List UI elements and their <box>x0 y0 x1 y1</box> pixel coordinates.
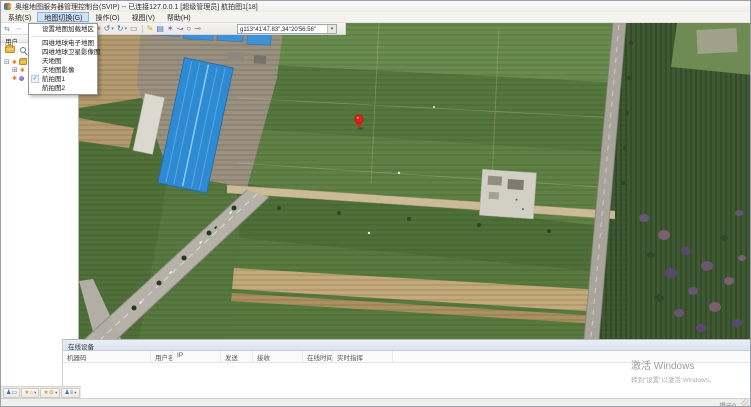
attach-icon[interactable]: ⊸ <box>194 23 201 35</box>
online-devices-panel: 在线设备 机器码 用户名 IP 发送 接收 在线时间 实时指挥 <box>63 339 751 398</box>
menu-item-aerial-map-2[interactable]: 航拍图2 <box>29 84 97 93</box>
map-switch-menu: 设置地图加载地区 四维地球电子地图 四维地球卫星影像图 天地图 天地图影像 ✓ … <box>28 23 98 95</box>
menu-item-siwei-electronic-map[interactable]: 四维地球电子地图 <box>29 39 97 48</box>
menu-item-aerial-map-1[interactable]: ✓ 航拍图1 <box>29 75 97 84</box>
node-star-icon: ✱ <box>20 67 25 74</box>
coordinate-combobox[interactable]: g113°41'47.83",34°20'56.56" ▾ <box>237 24 337 34</box>
favorite-home-button[interactable]: ★⌂ ▾ <box>21 388 39 398</box>
toolbar-separator <box>142 25 143 33</box>
collapse-icon[interactable]: ⊟ <box>4 59 10 66</box>
undo-dropdown-icon[interactable]: ▾ <box>111 23 114 35</box>
menu-view[interactable]: 视图(V) <box>126 12 161 22</box>
redo-dropdown-icon[interactable]: ▾ <box>125 23 128 35</box>
favorite-settings-button[interactable]: ★⚙ ▾ <box>40 388 60 398</box>
network-star-icon[interactable]: ✶ <box>167 23 174 35</box>
search-icon[interactable] <box>20 47 26 53</box>
main-toolbar: ● ↺ ▾ ↻ ▾ ▭ ✎ ▤ ✶ ↝ ○ ⊸ g113°41'47.83",3… <box>79 23 346 35</box>
menu-item-label: 航拍图1 <box>42 76 65 83</box>
menu-help[interactable]: 帮助(H) <box>161 12 197 22</box>
forward-arrow-icon[interactable]: → <box>15 25 22 33</box>
menu-system[interactable]: 系统(S) <box>2 12 37 22</box>
app-window: 奥维地图服务器管理控制台(SVIP) -- 已连接127.0.0.1 [超级管理… <box>0 0 751 407</box>
app-logo-icon <box>4 3 11 10</box>
col-machine-code[interactable]: 机器码 <box>63 351 151 362</box>
col-ip[interactable]: IP <box>173 351 221 362</box>
devices-table-header: 机器码 用户名 IP 发送 接收 在线时间 实时指挥 <box>63 351 751 363</box>
title-bar: 奥维地图服务器管理控制台(SVIP) -- 已连接127.0.0.1 [超级管理… <box>1 1 750 12</box>
chevron-down-icon: ▾ <box>74 390 76 396</box>
select-rect-icon[interactable]: ▭ <box>130 23 138 35</box>
node-star-icon: ✱ <box>12 59 17 66</box>
swap-arrows-icon[interactable]: ⇆ <box>4 25 10 33</box>
menu-item-tianditu-imagery[interactable]: 天地图影像 <box>29 66 97 75</box>
user-device-button[interactable]: ♟▭ <box>3 388 20 398</box>
menu-separator <box>31 36 95 37</box>
favorite-settings-icon: ★⚙ <box>43 389 54 397</box>
col-username[interactable]: 用户名 <box>151 351 173 362</box>
node-star-icon: ✱ <box>12 75 17 82</box>
col-sent[interactable]: 发送 <box>221 351 253 362</box>
chevron-down-icon: ▾ <box>55 390 57 396</box>
map-viewport[interactable] <box>79 23 751 339</box>
menu-map-switch[interactable]: 地图切换(G) <box>37 12 89 22</box>
menu-item-set-map-region[interactable]: 设置地图加载地区 <box>29 25 97 34</box>
col-received[interactable]: 接收 <box>253 351 303 362</box>
polyline-arrow-icon[interactable]: ↝ <box>177 23 184 35</box>
col-online-time[interactable]: 在线时间 <box>303 351 333 362</box>
checkmark-icon: ✓ <box>31 75 39 83</box>
node-globe-icon <box>19 76 24 81</box>
resize-grip[interactable] <box>741 399 749 407</box>
menu-operation[interactable]: 操作(O) <box>89 12 125 22</box>
circle-icon[interactable]: ○ <box>186 23 191 35</box>
menu-item-tianditu[interactable]: 天地图 <box>29 57 97 66</box>
root-folder-icon <box>19 59 27 65</box>
aerial-imagery <box>79 23 751 339</box>
status-right-text: 提示0 <box>719 400 736 407</box>
chevron-down-icon: ▾ <box>34 390 36 396</box>
undo-icon[interactable]: ↺ <box>104 23 111 35</box>
pencil-icon[interactable]: ✎ <box>147 23 154 35</box>
user-list-button[interactable]: ♟≡ ▾ <box>61 388 79 398</box>
sidebar-footer: ♟▭ ★⌂ ▾ ★⚙ ▾ ♟≡ ▾ <box>1 386 81 398</box>
col-realtime-command[interactable]: 实时指挥 <box>333 351 393 362</box>
col-filler <box>393 351 751 362</box>
expand-icon[interactable]: ⊞ <box>12 67 18 74</box>
window-title: 奥维地图服务器管理控制台(SVIP) -- 已连接127.0.0.1 [超级管理… <box>15 2 258 12</box>
user-device-icon: ♟▭ <box>6 389 17 397</box>
redo-icon[interactable]: ↻ <box>117 23 124 35</box>
user-list-icon: ♟≡ <box>64 389 73 397</box>
coordinate-dropdown-button[interactable]: ▾ <box>327 25 336 33</box>
status-bar: 提示0 <box>1 398 750 407</box>
favorite-home-icon: ★⌂ <box>24 389 33 397</box>
coordinate-value[interactable]: g113°41'47.83",34°20'56.56" <box>238 25 327 33</box>
menu-item-siwei-satellite-map[interactable]: 四维地球卫星影像图 <box>29 48 97 57</box>
devices-table-body[interactable] <box>63 363 751 399</box>
menu-bar: 系统(S) 地图切换(G) 操作(O) 视图(V) 帮助(H) <box>1 12 750 23</box>
document-icon[interactable]: ▤ <box>156 23 164 35</box>
devices-panel-title: 在线设备 <box>63 340 751 351</box>
folder-icon[interactable] <box>5 46 15 53</box>
